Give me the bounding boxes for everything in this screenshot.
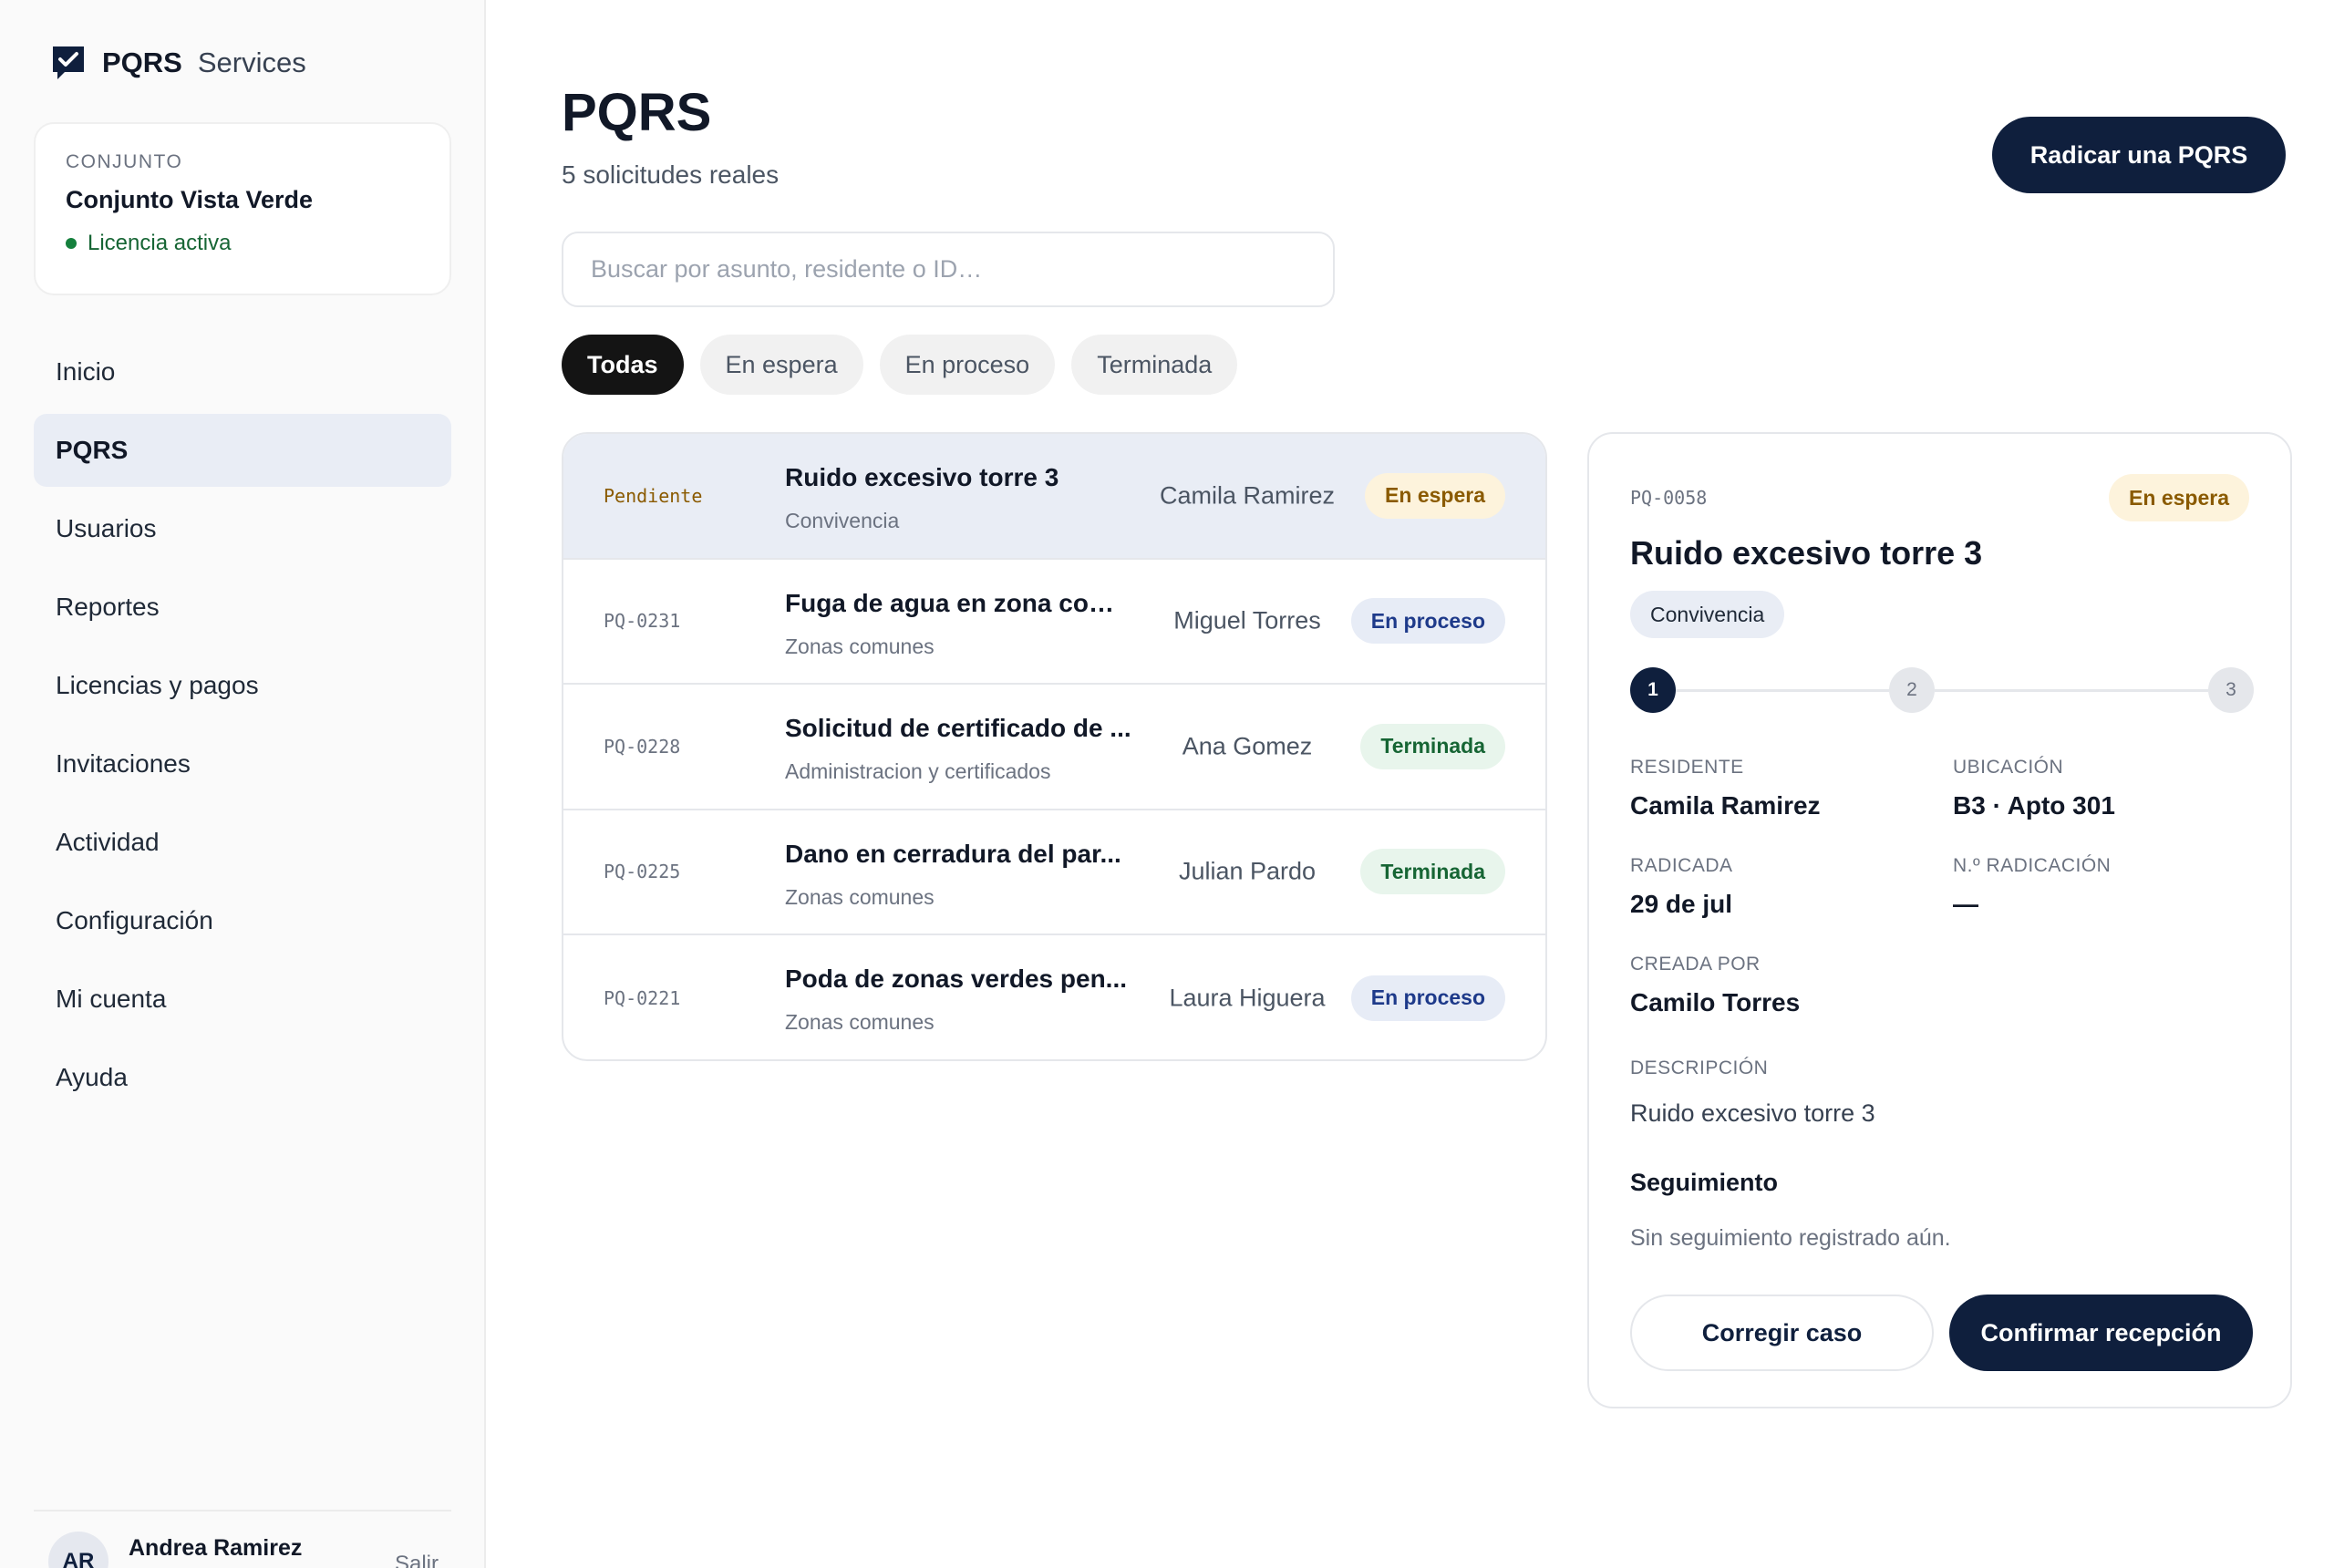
status-filters: Todas En espera En proceso Terminada <box>562 335 1238 395</box>
conjunto-card: CONJUNTO Conjunto Vista Verde Licencia a… <box>34 122 451 295</box>
creada-label: CREADA POR <box>1630 954 1761 975</box>
request-title: Solicitud de certificado de ... <box>785 714 1131 742</box>
request-detail-panel: PQ-0058 En espera Ruido excesivo torre 3… <box>1587 432 2292 1408</box>
progress-stepper: 1 2 3 <box>1630 667 2254 713</box>
avatar: AR <box>48 1532 108 1568</box>
radicada-label: RADICADA <box>1630 855 1733 876</box>
list-item[interactable]: Pendiente Ruido excesivo torre 3 Convive… <box>563 434 1545 560</box>
request-resident: Laura Higuera <box>1169 984 1326 1012</box>
list-item[interactable]: PQ-0221 Poda de zonas verdes pen... Zona… <box>563 935 1545 1059</box>
residente-value: Camila Ramirez <box>1630 791 1821 820</box>
request-category: Zonas comunes <box>785 634 935 658</box>
detail-title: Ruido excesivo torre 3 <box>1630 534 1983 572</box>
user-profile[interactable]: AR Andrea Ramirez Administradora Salir <box>48 1532 449 1568</box>
creada-value: Camilo Torres <box>1630 988 1801 1016</box>
license-status-label: Licencia activa <box>88 231 232 255</box>
step-2: 2 <box>1889 667 1935 713</box>
brand-suffix: Services <box>197 46 306 78</box>
list-item[interactable]: PQ-0231 Fuga de agua en zona com... Zona… <box>563 560 1545 685</box>
main-content: PQRS 5 solicitudes reales Radicar una PQ… <box>486 0 2334 1568</box>
detail-id: PQ-0058 <box>1630 487 1708 509</box>
status-badge: En proceso <box>1350 975 1505 1021</box>
request-title: Ruido excesivo torre 3 <box>785 463 1059 491</box>
nav-item-configuracion[interactable]: Configuración <box>34 884 451 957</box>
filter-terminada[interactable]: Terminada <box>1071 335 1238 395</box>
nav-item-usuarios[interactable]: Usuarios <box>34 492 451 565</box>
radicacion-label: N.º RADICACIÓN <box>1953 855 2112 876</box>
ubicacion-value: B3 · Apto 301 <box>1953 791 2115 820</box>
requests-list: Pendiente Ruido excesivo torre 3 Convive… <box>562 432 1547 1061</box>
request-category: Administracion y certificados <box>785 759 1051 783</box>
status-badge: En espera <box>1365 472 1505 519</box>
list-item[interactable]: PQ-0228 Solicitud de certificado de ... … <box>563 685 1545 810</box>
check-chat-icon <box>53 46 84 79</box>
status-badge: En proceso <box>1350 598 1505 645</box>
descripcion-label: DESCRIPCIÓN <box>1630 1057 1769 1078</box>
request-title: Poda de zonas verdes pen... <box>785 965 1128 993</box>
filter-todas[interactable]: Todas <box>562 335 684 395</box>
radicacion-value: — <box>1953 890 1978 918</box>
request-resident: Ana Gomez <box>1182 732 1313 760</box>
request-id: PQ-0221 <box>604 986 681 1009</box>
step-connector <box>1935 689 2208 692</box>
sidebar: PQRS Services CONJUNTO Conjunto Vista Ve… <box>0 0 486 1568</box>
nav-item-licencias[interactable]: Licencias y pagos <box>34 649 451 722</box>
request-title: Dano en cerradura del par... <box>785 839 1121 868</box>
brand-name: PQRS <box>102 46 182 78</box>
request-id: PQ-0225 <box>604 861 681 883</box>
user-info: Andrea Ramirez Administradora <box>129 1532 302 1568</box>
seguimiento-empty: Sin seguimiento registrado aún. <box>1630 1225 1951 1251</box>
request-resident: Julian Pardo <box>1178 857 1317 885</box>
request-resident: Camila Ramirez <box>1159 481 1336 510</box>
brand[interactable]: PQRS Services <box>50 44 306 82</box>
status-badge: Terminada <box>1360 849 1505 895</box>
conjunto-label: CONJUNTO <box>66 151 183 172</box>
filter-en-espera[interactable]: En espera <box>699 335 863 395</box>
user-name: Andrea Ramirez <box>129 1535 303 1561</box>
request-title: Fuga de agua en zona com... <box>785 588 1131 617</box>
nav-item-actividad[interactable]: Actividad <box>34 806 451 879</box>
detail-category-tag: Convivencia <box>1630 591 1785 638</box>
request-id: Pendiente <box>604 484 703 507</box>
nav-item-invitaciones[interactable]: Invitaciones <box>34 727 451 800</box>
radicada-value: 29 de jul <box>1630 890 1733 918</box>
descripcion-value: Ruido excesivo torre 3 <box>1630 1099 1875 1127</box>
nav-item-pqrs[interactable]: PQRS <box>34 414 451 487</box>
request-id: PQ-0231 <box>604 610 681 633</box>
page-subtitle: 5 solicitudes reales <box>562 160 780 189</box>
list-item[interactable]: PQ-0225 Dano en cerradura del par... Zon… <box>563 810 1545 935</box>
conjunto-name: Conjunto Vista Verde <box>66 186 314 213</box>
nav-item-inicio[interactable]: Inicio <box>34 335 451 408</box>
step-1: 1 <box>1630 667 1676 713</box>
user-divider <box>34 1510 451 1511</box>
radicar-pqrs-button[interactable]: Radicar una PQRS <box>1992 117 2286 193</box>
request-id: PQ-0228 <box>604 735 681 758</box>
ubicacion-label: UBICACIÓN <box>1953 757 2064 778</box>
request-category: Zonas comunes <box>785 884 935 909</box>
confirmar-recepcion-button[interactable]: Confirmar recepción <box>1949 1295 2253 1371</box>
detail-status-badge: En espera <box>2109 474 2249 521</box>
step-3: 3 <box>2208 667 2254 713</box>
request-category: Zonas comunes <box>785 1010 935 1034</box>
step-connector <box>1676 689 1889 692</box>
seguimiento-title: Seguimiento <box>1630 1169 1779 1196</box>
license-status: Licencia activa <box>66 231 419 256</box>
logout-button[interactable]: Salir <box>395 1552 439 1568</box>
nav-item-ayuda[interactable]: Ayuda <box>34 1041 451 1114</box>
nav-item-mi-cuenta[interactable]: Mi cuenta <box>34 963 451 1036</box>
request-category: Convivencia <box>785 509 900 532</box>
status-badge: Terminada <box>1360 723 1505 769</box>
request-resident: Miguel Torres <box>1173 606 1321 634</box>
search-input[interactable] <box>562 232 1335 307</box>
main-nav: Inicio PQRS Usuarios Reportes Licencias … <box>34 335 451 1119</box>
filter-en-proceso[interactable]: En proceso <box>879 335 1056 395</box>
residente-label: RESIDENTE <box>1630 757 1744 778</box>
nav-item-reportes[interactable]: Reportes <box>34 571 451 644</box>
status-dot-icon <box>66 238 77 249</box>
corregir-caso-button[interactable]: Corregir caso <box>1630 1295 1934 1371</box>
page-title: PQRS <box>562 83 712 142</box>
